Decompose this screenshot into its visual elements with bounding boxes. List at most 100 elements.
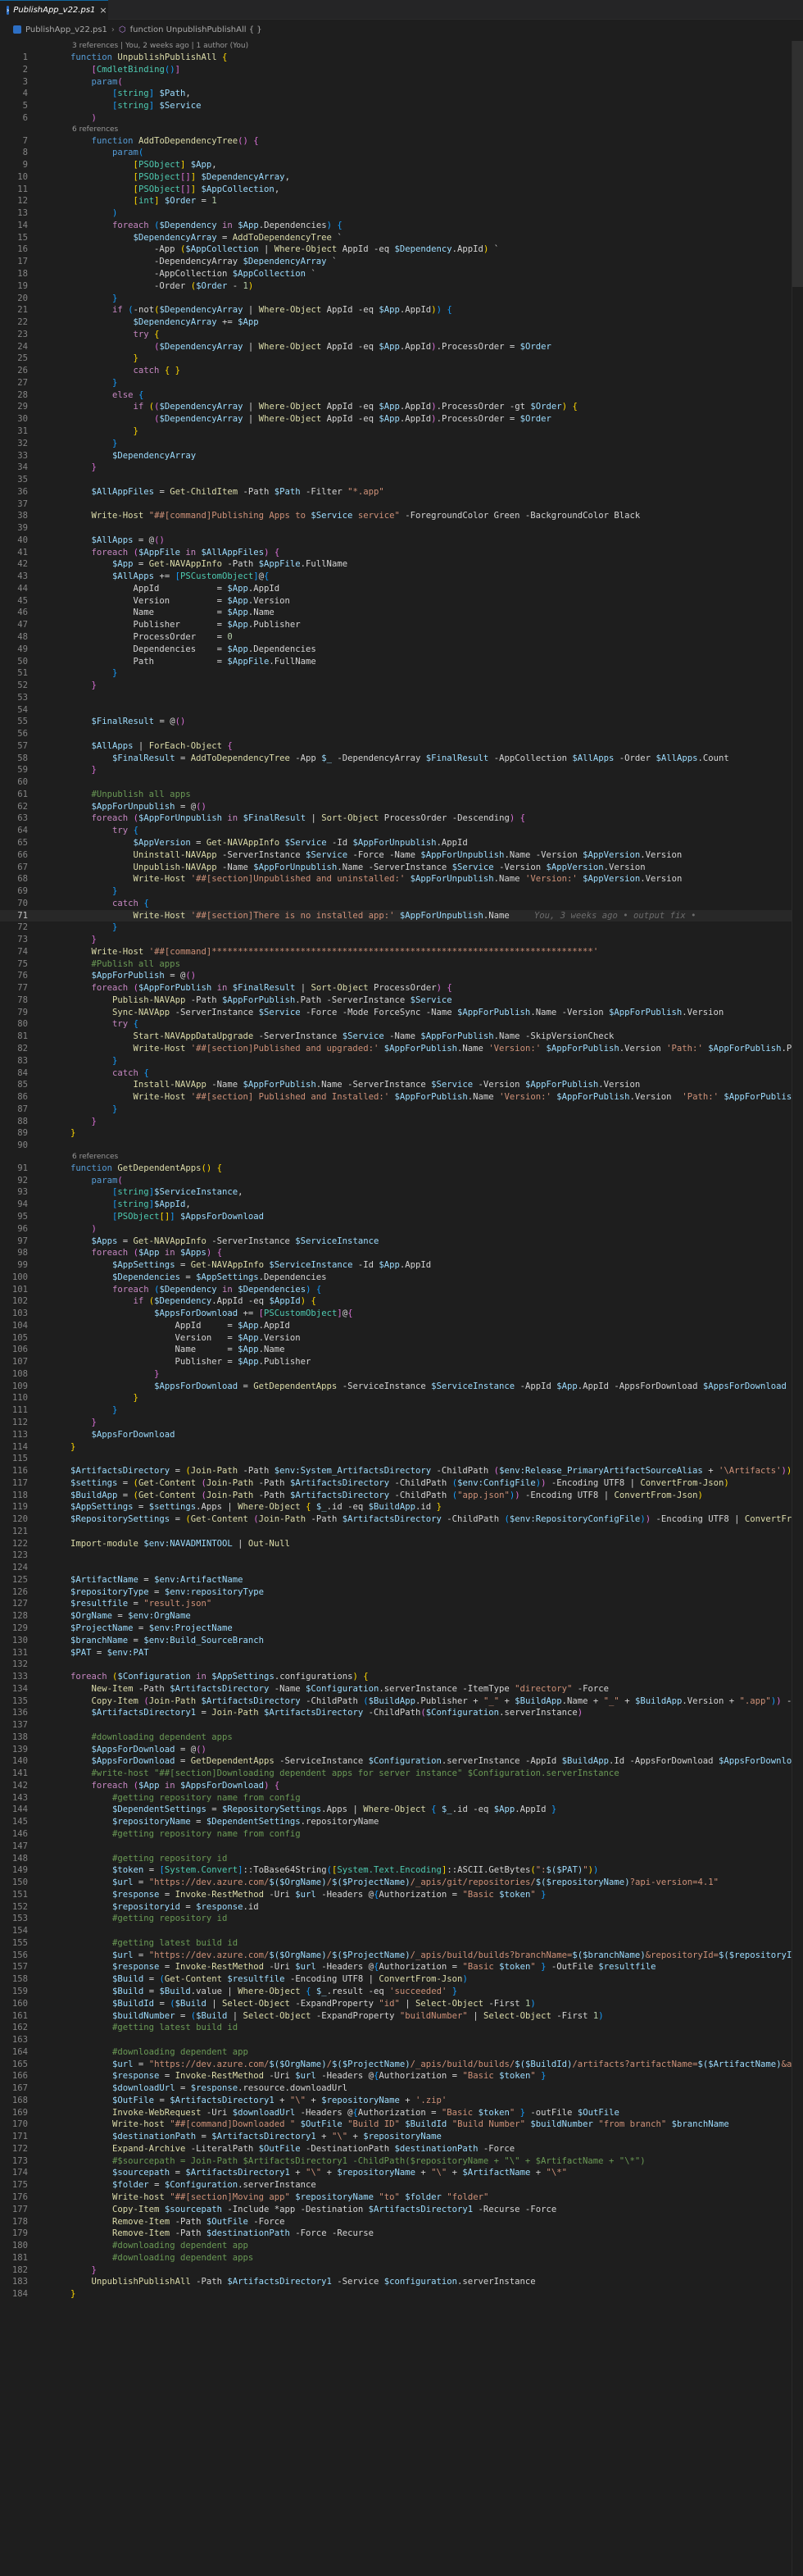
code-line[interactable]: 165 $url = "https://dev.azure.com/$($Org…	[0, 2059, 803, 2071]
code-line[interactable]: 154	[0, 1925, 803, 1937]
code-line[interactable]: 171 $destinationPath = $ArtifactsDirecto…	[0, 2131, 803, 2143]
code-line[interactable]: 26 catch { }	[0, 365, 803, 377]
code-line[interactable]: 94 [string]$AppId,	[0, 1199, 803, 1211]
code-line[interactable]: 125 $ArtifactName = $env:ArtifactName	[0, 1574, 803, 1586]
code-line[interactable]: 160 $BuildId = ($Build | Select-Object -…	[0, 1998, 803, 2010]
code-line[interactable]: 137	[0, 1719, 803, 1732]
code-line[interactable]: 129 $ProjectName = $env:ProjectName	[0, 1623, 803, 1635]
code-line[interactable]: 172 Expand-Archive -LiteralPath $OutFile…	[0, 2143, 803, 2155]
code-line[interactable]: 37	[0, 498, 803, 511]
code-line[interactable]: 180 #downloading dependent app	[0, 2240, 803, 2252]
code-line[interactable]: 59 }	[0, 764, 803, 776]
code-line[interactable]: 183 UnpublishPublishAll -Path $Artifacts…	[0, 2276, 803, 2288]
code-line[interactable]: 110 }	[0, 1392, 803, 1404]
code-line[interactable]: 60	[0, 776, 803, 789]
code-line[interactable]: 141 #write-host "##[section]Downloading …	[0, 1768, 803, 1780]
code-line[interactable]: 69 }	[0, 885, 803, 898]
code-line[interactable]: 182 }	[0, 2264, 803, 2277]
code-line[interactable]: 148 #getting repository id	[0, 1853, 803, 1865]
code-line[interactable]: 163	[0, 2034, 803, 2046]
code-line[interactable]: 70 catch {	[0, 898, 803, 910]
breadcrumb-symbol[interactable]: function UnpublishPublishAll { }	[130, 25, 262, 34]
code-line[interactable]: 11 [PSObject[]] $AppCollection,	[0, 184, 803, 196]
code-line[interactable]: 10 [PSObject[]] $DependencyArray,	[0, 171, 803, 184]
code-line[interactable]: 30 ($DependencyArray | Where-Object AppI…	[0, 413, 803, 426]
code-line[interactable]: 97 $Apps = Get-NAVAppInfo -ServerInstanc…	[0, 1236, 803, 1248]
code-line[interactable]: 98 foreach ($App in $Apps) {	[0, 1247, 803, 1259]
code-line[interactable]: 4 [string] $Path,	[0, 88, 803, 100]
code-line[interactable]: 133 foreach ($Configuration in $AppSettin…	[0, 1671, 803, 1683]
codelens-references[interactable]: 3 references | You, 2 weeks ago | 1 auth…	[0, 41, 803, 52]
code-line[interactable]: 162 #getting latest build id	[0, 2022, 803, 2034]
code-line[interactable]: 120 $RepositorySettings = (Get-Content (J…	[0, 1513, 803, 1526]
code-line[interactable]: 159 $Build = $Build.value | Where-Object…	[0, 1986, 803, 1998]
code-line[interactable]: 155 #getting latest build id	[0, 1937, 803, 1950]
code-line[interactable]: 1 function UnpublishPublishAll {	[0, 52, 803, 64]
code-line[interactable]: 93 [string]$ServiceInstance,	[0, 1186, 803, 1199]
code-line[interactable]: 41 foreach ($AppFile in $AllAppFiles) {	[0, 547, 803, 559]
code-line[interactable]: 2 [CmdletBinding()]	[0, 64, 803, 76]
code-line[interactable]: 177 Copy-Item $sourcepath -Include *app …	[0, 2204, 803, 2216]
code-line[interactable]: 101 foreach ($Dependency in $Dependencie…	[0, 1284, 803, 1296]
code-line[interactable]: 65 $AppVersion = Get-NAVAppInfo $Service…	[0, 837, 803, 849]
code-line[interactable]: 23 try {	[0, 329, 803, 341]
code-line[interactable]: 16 -App ($AppCollection | Where-Object A…	[0, 243, 803, 256]
code-line[interactable]: 113 $AppsForDownload	[0, 1429, 803, 1441]
code-line[interactable]: 33 $DependencyArray	[0, 450, 803, 462]
scrollbar-thumb[interactable]	[792, 41, 803, 287]
code-line[interactable]: 166 $response = Invoke-RestMethod -Uri $…	[0, 2070, 803, 2082]
code-line[interactable]: 124	[0, 1562, 803, 1574]
code-line[interactable]: 22 $DependencyArray += $App	[0, 316, 803, 329]
code-line[interactable]: 173 #$sourcepath = Join-Path $ArtifactsD…	[0, 2155, 803, 2168]
code-line[interactable]: 71 Write-Host '##[section]There is no in…	[0, 909, 803, 922]
code-line[interactable]: 184}	[0, 2288, 803, 2301]
code-line[interactable]: 20 }	[0, 293, 803, 305]
code-line[interactable]: 17 -DependencyArray $DependencyArray `	[0, 256, 803, 268]
code-line[interactable]: 87 }	[0, 1104, 803, 1116]
code-line[interactable]: 139 $AppsForDownload = @()	[0, 1744, 803, 1756]
code-line[interactable]: 89}	[0, 1127, 803, 1140]
code-line[interactable]: 49 Dependencies = $App.Dependencies	[0, 644, 803, 656]
code-line[interactable]: 57 $AllApps | ForEach-Object {	[0, 740, 803, 753]
code-line[interactable]: 115	[0, 1453, 803, 1465]
code-line[interactable]: 151 $response = Invoke-RestMethod -Uri $…	[0, 1889, 803, 1901]
code-line[interactable]: 34 }	[0, 462, 803, 474]
code-line[interactable]: 38 Write-Host "##[command]Publishing App…	[0, 510, 803, 522]
codelens-references[interactable]: 6 references	[0, 1152, 803, 1163]
code-line[interactable]: 153 #getting repository id	[0, 1913, 803, 1925]
code-line[interactable]: 76 $AppForPublish = @()	[0, 970, 803, 982]
code-line[interactable]: 6 )	[0, 112, 803, 125]
code-line[interactable]: 73 }	[0, 934, 803, 946]
code-line[interactable]: 44 AppId = $App.AppId	[0, 583, 803, 595]
code-line[interactable]: 127 $resultfile = "result.json"	[0, 1598, 803, 1610]
code-line[interactable]: 105 Version = $App.Version	[0, 1332, 803, 1345]
code-line[interactable]: 123	[0, 1550, 803, 1562]
code-line[interactable]: 158 $Build = (Get-Content $resultfile -E…	[0, 1973, 803, 1986]
code-line[interactable]: 21 if (-not($DependencyArray | Where-Obj…	[0, 304, 803, 316]
code-line[interactable]: 39	[0, 522, 803, 535]
code-line[interactable]: 95 [PSObject[]] $AppsForDownload	[0, 1211, 803, 1223]
breadcrumb-file[interactable]: PublishApp_v22.ps1	[25, 25, 107, 34]
code-line[interactable]: 14 foreach ($Dependency in $App.Dependen…	[0, 220, 803, 232]
code-line[interactable]: 50 Path = $AppFile.FullName	[0, 656, 803, 668]
code-line[interactable]: 109 $AppsForDownload = GetDependentApps …	[0, 1381, 803, 1393]
code-line[interactable]: 5 [string] $Service	[0, 100, 803, 112]
code-line[interactable]: 168 $OutFile = $ArtifactsDirectory1 + "\…	[0, 2095, 803, 2107]
code-line[interactable]: 32 }	[0, 438, 803, 450]
code-line[interactable]: 108 }	[0, 1368, 803, 1381]
tab-publishapp[interactable]: › PublishApp_v22.ps1 ×	[0, 0, 108, 20]
code-line[interactable]: 178 Remove-Item -Path $OutFile -Force	[0, 2216, 803, 2228]
code-line[interactable]: 130 $branchName = $env:Build_SourceBranch	[0, 1635, 803, 1647]
code-line[interactable]: 88 }	[0, 1116, 803, 1128]
code-line[interactable]: 143 #getting repository name from config	[0, 1792, 803, 1805]
code-line[interactable]: 132	[0, 1659, 803, 1671]
code-line[interactable]: 176 Write-host "##[section]Moving app" $…	[0, 2191, 803, 2204]
code-line[interactable]: 43 $AllApps += [PSCustomObject]@{	[0, 571, 803, 583]
code-line[interactable]: 19 -Order ($Order - 1)	[0, 280, 803, 293]
code-line[interactable]: 12 [int] $Order = 1	[0, 195, 803, 207]
code-line[interactable]: 169 Invoke-WebRequest -Uri $downloadUrl …	[0, 2107, 803, 2119]
code-line[interactable]: 149 $token = [System.Convert]::ToBase64S…	[0, 1864, 803, 1877]
code-line[interactable]: 175 $folder = $Configuration.serverInsta…	[0, 2179, 803, 2191]
code-line[interactable]: 136 $ArtifactsDirectory1 = Join-Path $Ar…	[0, 1707, 803, 1719]
code-line[interactable]: 131 $PAT = $env:PAT	[0, 1647, 803, 1659]
